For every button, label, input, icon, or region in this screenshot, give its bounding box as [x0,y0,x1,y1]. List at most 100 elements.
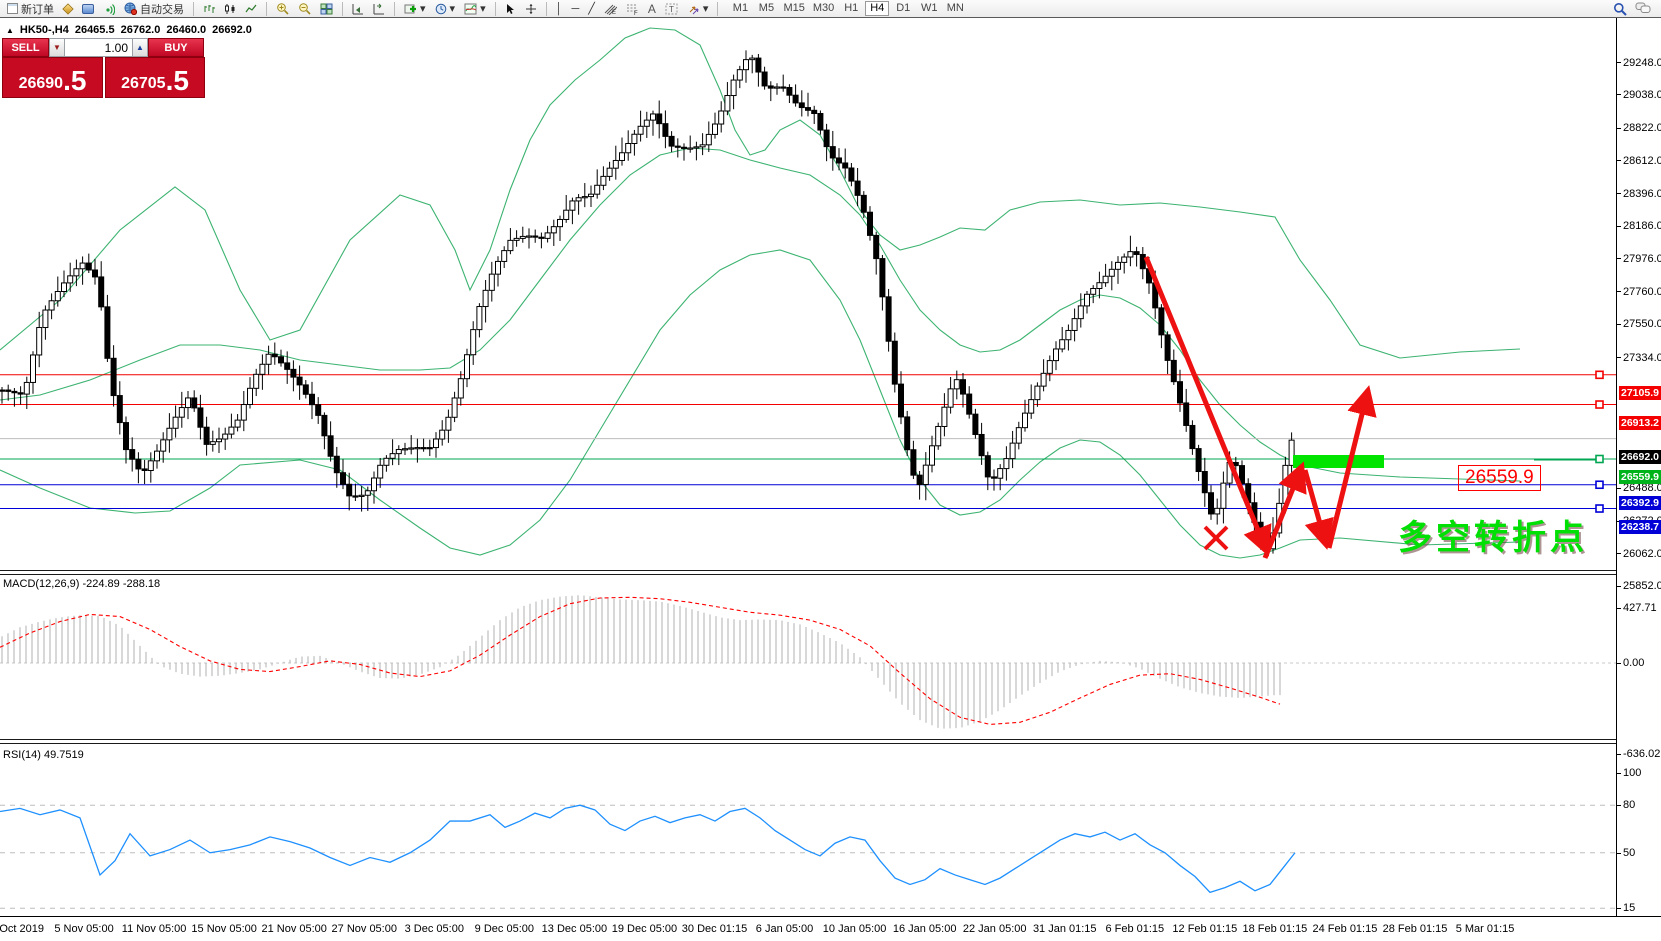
sell-price-button[interactable]: 26690.5 [2,57,103,98]
templates-button[interactable]: ▾ [461,1,489,17]
chart-shift-button[interactable] [349,1,367,17]
label-tool[interactable]: T [662,1,681,17]
search-icon[interactable] [1613,2,1627,16]
auto-scroll-icon [373,3,385,15]
volume-increase-button[interactable]: ▲ [132,38,148,57]
pane-separator[interactable] [0,739,1661,744]
macd-pane[interactable] [0,575,1616,739]
time-axis-label: 10 Jan 05:00 [823,923,887,935]
volume-input[interactable] [65,38,132,57]
data-window-button[interactable] [79,1,97,17]
timeframe-h1[interactable]: H1 [839,1,863,16]
time-axis-label: 9 Dec 05:00 [475,923,534,935]
toolbar-separator [495,2,496,16]
turning-point-note[interactable]: 多空转折点 [1398,510,1588,559]
price-tag: 27105.9 [1619,386,1661,400]
candlestick-chart-icon [224,3,236,15]
equidistant-channel-tool[interactable]: E [601,1,620,17]
bar-chart-button[interactable] [200,1,218,17]
chat-icon[interactable] [1635,2,1651,15]
autotrade-button[interactable]: 自动交易 [121,1,187,17]
indicators-plus-icon [404,3,417,15]
time-axis-label: 21 Nov 05:00 [261,923,326,935]
cursor-icon [505,3,516,15]
time-axis-label: 5 Nov 05:00 [54,923,113,935]
new-order-button[interactable]: 新订单 [4,1,57,17]
new-order-label: 新订单 [21,1,54,17]
vertical-line-tool[interactable]: │ [553,1,566,17]
channel-icon: E [604,3,617,15]
volume-decrease-button[interactable]: ▼ [49,38,65,57]
time-axis-label: 30 Oct 2019 [0,923,44,935]
symbol-info-bar: ▲ HK50-,H4 26465.5 26762.0 26460.0 26692… [6,24,252,36]
svg-text:F: F [634,11,638,15]
text-tool[interactable]: A [645,1,659,17]
buy-price-button[interactable]: 26705.5 [105,57,205,98]
timeframe-d1[interactable]: D1 [891,1,915,16]
rsi-pane[interactable] [0,746,1616,916]
price-axis-tick: 28822.0 [1617,122,1661,134]
timeframe-m30[interactable]: M30 [810,1,837,16]
trendline-tool[interactable]: ╱ [585,1,598,17]
line-chart-button[interactable] [242,1,260,17]
timeframe-h4[interactable]: H4 [865,1,889,16]
timeframe-w1[interactable]: W1 [917,1,941,16]
line-chart-icon [245,3,257,15]
auto-scroll-button[interactable] [370,1,388,17]
zoom-out-button[interactable] [295,1,314,17]
price-axis-tick: 100 [1617,767,1641,779]
chart-marker-icon: ▲ [6,26,14,35]
tile-windows-button[interactable] [317,1,336,17]
time-axis-label: 3 Dec 05:00 [405,923,464,935]
template-chart-icon [464,3,477,15]
price-axis-tick: 28612.0 [1617,155,1661,167]
price-axis-tick: 27334.0 [1617,352,1661,364]
tile-windows-icon [320,3,333,15]
timeframe-m5[interactable]: M5 [754,1,778,16]
candlestick-chart-button[interactable] [221,1,239,17]
time-axis-label: 24 Feb 01:15 [1313,923,1378,935]
crosshair-icon [525,3,537,15]
timeframe-mn[interactable]: MN [943,1,967,16]
chart-area[interactable]: ▲ HK50-,H4 26465.5 26762.0 26460.0 26692… [0,18,1661,941]
timeframe-m15[interactable]: M15 [780,1,807,16]
price-axis-tick: -636.02 [1617,748,1660,760]
time-axis-label: 13 Dec 05:00 [542,923,607,935]
cursor-tool-button[interactable] [502,1,519,17]
clock-icon [435,3,447,15]
indicators-button[interactable]: ▾ [401,1,429,17]
arrows-icon [687,3,700,15]
price-tag: 26913.2 [1619,416,1661,430]
gold-box-icon [62,3,73,14]
market-watch-button[interactable] [60,1,76,17]
horizontal-line-tool[interactable]: ─ [568,1,582,17]
time-axis[interactable]: 30 Oct 20195 Nov 05:0011 Nov 05:0015 Nov… [0,916,1661,941]
buy-button[interactable]: BUY [148,38,204,57]
arrows-tool[interactable]: ▾ [684,1,712,17]
main-price-pane[interactable] [0,18,1616,570]
ohlc-low: 26460.0 [166,24,206,36]
data-window-icon [82,4,94,14]
periods-button[interactable]: ▾ [432,1,459,17]
toolbar-separator [193,2,194,16]
zoom-in-button[interactable] [273,1,292,17]
toolbar-separator [266,2,267,16]
price-tag: 26238.7 [1619,520,1661,534]
macd-label: MACD(12,26,9) -224.89 -288.18 [3,578,160,590]
price-axis[interactable]: 29248.029038.028822.028612.028396.028186… [1616,18,1661,916]
fibonacci-tool[interactable]: F [623,1,642,17]
price-axis-tick: 50 [1617,847,1635,859]
signals-button[interactable] [100,1,118,17]
rsi-label: RSI(14) 49.7519 [3,749,84,761]
price-axis-tick: 27760.0 [1617,286,1661,298]
timeframe-m1[interactable]: M1 [728,1,752,16]
sell-button[interactable]: SELL [2,38,49,57]
highlight-price-label[interactable]: 26559.9 [1458,465,1541,491]
one-click-trade-panel: SELL ▼ ▲ BUY 26690.5 26705.5 [2,38,205,98]
time-axis-label: 6 Jan 05:00 [756,923,814,935]
pane-separator[interactable] [0,570,1661,575]
sell-price-main: 26690 [19,74,64,94]
toolbar-separator [342,2,343,16]
bar-chart-icon [203,3,215,15]
crosshair-tool-button[interactable] [522,1,540,17]
